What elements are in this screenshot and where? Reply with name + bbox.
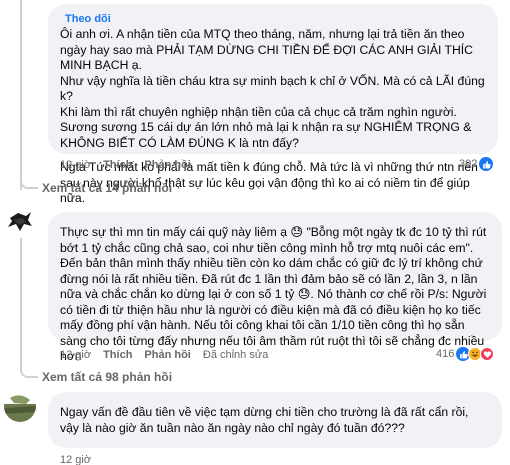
reply-connector	[20, 366, 38, 378]
comment-bubble: Thực sự thì mn tin mấy cái quỹ này liêm …	[48, 212, 502, 363]
like-reaction-icon	[479, 157, 494, 171]
follow-link[interactable]: Theo dõi	[65, 13, 111, 25]
edited-label[interactable]: Đã chỉnh sửa	[203, 349, 268, 361]
thread-line	[20, 0, 22, 190]
comment-actions: 12 giờ Thích Phản hồi Đã chỉnh sửa	[60, 349, 268, 361]
comment-actions: 12 giờ	[60, 454, 91, 465]
like-link[interactable]: Thích	[103, 159, 132, 171]
reply-connector	[20, 177, 38, 189]
like-link[interactable]: Thích	[103, 349, 132, 361]
view-replies-link[interactable]: Xem tất cả 98 phản hồi	[20, 366, 172, 384]
view-replies-label[interactable]: Xem tất cả 14 phản hồi	[42, 181, 172, 195]
comment-text: Ngay vấn đề đầu tiên về việc tạm dừng ch…	[60, 405, 472, 435]
comment-text: Ôi anh ơi. A nhận tiền của MTQ theo thán…	[60, 27, 485, 150]
reply-link[interactable]: Phản hồi	[144, 159, 190, 171]
avatar[interactable]	[4, 206, 36, 238]
comment-time[interactable]: 12 giờ	[60, 454, 91, 465]
comment-bubble: Ngay vấn đề đầu tiên về việc tạm dừng ch…	[48, 392, 502, 448]
view-replies-label[interactable]: Xem tất cả 98 phản hồi	[42, 370, 172, 384]
reply-link[interactable]: Phản hồi	[144, 349, 190, 361]
comment-actions: 12 giờ Thích Phản hồi	[60, 159, 191, 171]
thread-line	[20, 222, 22, 370]
comment-time[interactable]: 12 giờ	[60, 159, 91, 171]
reaction-count: 302	[459, 158, 478, 170]
reaction-summary[interactable]: 302	[456, 157, 494, 171]
avatar[interactable]	[4, 390, 36, 422]
comment-text: Thực sự thì mn tin mấy cái quỹ này liêm …	[60, 225, 490, 363]
comment-time[interactable]: 12 giờ	[60, 349, 91, 361]
love-reaction-icon	[480, 347, 495, 361]
reaction-summary[interactable]: 416	[433, 347, 495, 361]
comment-bubble: Theo dõi Ôi anh ơi. A nhận tiền của MTQ …	[48, 4, 498, 205]
reaction-count: 416	[436, 348, 455, 360]
view-replies-link[interactable]: Xem tất cả 14 phản hồi	[20, 177, 172, 195]
